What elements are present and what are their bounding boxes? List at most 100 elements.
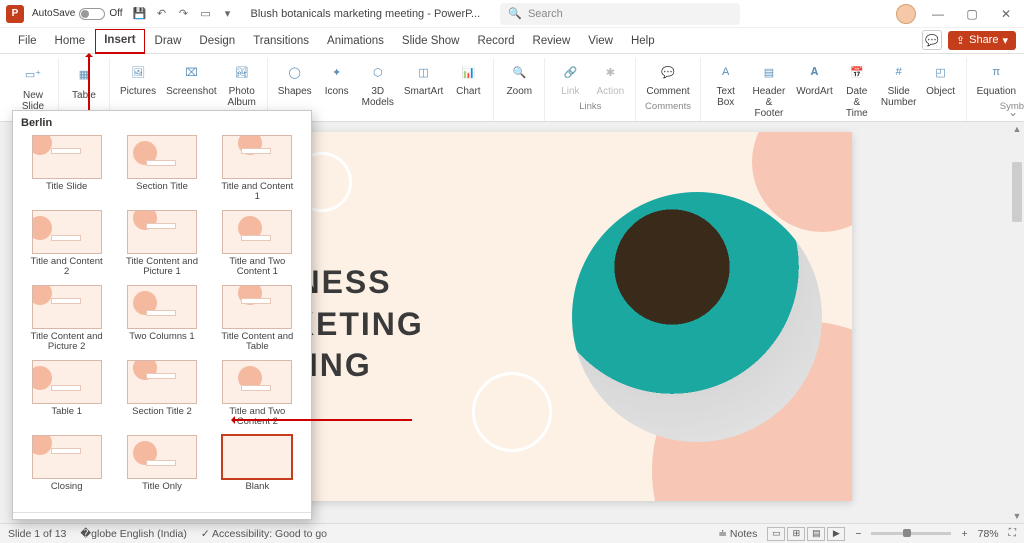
date-time-icon: 📅 [845,60,869,84]
save-icon[interactable]: 💾 [133,7,147,21]
close-button[interactable]: ✕ [994,2,1018,26]
chart-button[interactable]: 📊Chart [449,58,487,110]
accessibility-status[interactable]: ✓ Accessibility: Good to go [201,528,327,540]
zoom-in-icon[interactable]: + [961,528,967,540]
annotation-arrow-vertical [88,54,90,110]
layout-item-title-and-two-content-1[interactable]: Title and Two Content 1 [212,210,303,279]
layout-item-title-only[interactable]: Title Only [116,435,207,504]
new-slide-button[interactable]: ▭⁺New Slide [14,58,52,114]
layout-item-blank[interactable]: Blank [212,435,303,504]
scroll-up-icon[interactable]: ▲ [1010,122,1024,136]
sorter-view-icon[interactable]: ⊞ [787,527,805,541]
layout-item-two-columns-1[interactable]: Two Columns 1 [116,285,207,354]
autosave-state: Off [109,8,122,19]
scrollbar-thumb[interactable] [1012,162,1022,222]
slide-number-button[interactable]: #Slide Number [878,58,920,121]
pictures-button[interactable]: 🖼Pictures [116,58,160,110]
tab-draw[interactable]: Draw [147,31,190,53]
zoom-button[interactable]: 🔍Zoom [500,58,538,99]
3d-models-icon: ⬡ [366,60,390,84]
links-group-label: Links [579,99,601,113]
qat-dropdown-icon[interactable]: ▾ [221,7,235,21]
tab-help[interactable]: Help [623,31,663,53]
icons-button[interactable]: ✦Icons [318,58,356,110]
search-input[interactable]: 🔍 Search [500,3,740,25]
tab-animations[interactable]: Animations [319,31,392,53]
layout-item-title-content-and-picture-2[interactable]: Title Content and Picture 2 [21,285,112,354]
table-button[interactable]: ▦Table [65,58,103,103]
layout-thumb [222,210,292,254]
equation-button[interactable]: πEquation [973,58,1020,99]
user-avatar[interactable] [896,4,916,24]
slideshow-icon[interactable]: ▭ [199,7,213,21]
layout-label: Title Only [142,482,182,504]
tab-transitions[interactable]: Transitions [245,31,317,53]
object-button[interactable]: ◰Object [922,58,960,121]
smartart-button[interactable]: ◫SmartArt [400,58,447,110]
shapes-icon: ◯ [283,60,307,84]
slide-layout-gallery: Berlin Title SlideSection TitleTitle and… [12,110,312,520]
redo-icon[interactable]: ↷ [177,7,191,21]
layout-thumb [127,210,197,254]
collapse-ribbon-icon[interactable]: ⌄ [1008,105,1018,119]
layout-item-closing[interactable]: Closing [21,435,112,504]
share-label: Share [969,34,998,46]
duplicate-slides-item[interactable]: ⎘Duplicate Selected Slides [13,517,311,520]
header-footer-icon: ▤ [757,60,781,84]
layout-item-section-title[interactable]: Section Title [116,135,207,204]
tab-slideshow[interactable]: Slide Show [394,31,468,53]
undo-icon[interactable]: ↶ [155,7,169,21]
shapes-button[interactable]: ◯Shapes [274,58,316,110]
layout-thumb [32,285,102,329]
autosave-toggle[interactable]: AutoSave Off [32,8,123,20]
reading-view-icon[interactable]: ▤ [807,527,825,541]
zoom-percent[interactable]: 78% [978,528,999,540]
share-button[interactable]: ⇪ Share ▾ [948,31,1016,50]
normal-view-icon[interactable]: ▭ [767,527,785,541]
zoom-slider[interactable] [871,532,951,535]
layout-label: Title Content and Picture 1 [124,257,200,279]
layout-thumb [32,210,102,254]
layout-label: Section Title [136,182,188,204]
maximize-button[interactable]: ▢ [960,2,984,26]
slide-image[interactable] [572,192,822,442]
notes-button[interactable]: ≐ Notes [718,528,757,540]
tab-review[interactable]: Review [525,31,579,53]
tab-file[interactable]: File [10,31,45,53]
fit-to-window-icon[interactable]: ⛶ [1009,527,1016,540]
language-indicator[interactable]: �globe English (India) [80,528,187,540]
date-time-button[interactable]: 📅Date & Time [838,58,876,121]
comments-pane-button[interactable]: 💬 [922,30,942,50]
vertical-scrollbar[interactable]: ▲ ▼ [1010,122,1024,523]
layout-item-table-1[interactable]: Table 1 [21,360,112,429]
view-buttons: ▭ ⊞ ▤ ▶ [767,527,845,541]
slideshow-view-icon[interactable]: ▶ [827,527,845,541]
layout-item-title-slide[interactable]: Title Slide [21,135,112,204]
tab-record[interactable]: Record [469,31,522,53]
layout-label: Closing [51,482,83,504]
tab-design[interactable]: Design [191,31,243,53]
layout-thumb [222,285,292,329]
comment-button[interactable]: 💬Comment [642,58,693,99]
toggle-switch[interactable] [79,8,105,20]
layout-item-section-title-2[interactable]: Section Title 2 [116,360,207,429]
layout-item-title-content-and-picture-1[interactable]: Title Content and Picture 1 [116,210,207,279]
textbox-button[interactable]: AText Box [707,58,745,121]
layout-item-title-and-content-1[interactable]: Title and Content 1 [212,135,303,204]
screenshot-button[interactable]: ⌧Screenshot [162,58,221,110]
tab-view[interactable]: View [580,31,621,53]
layout-label: Title and Content 1 [219,182,295,204]
layout-item-title-and-content-2[interactable]: Title and Content 2 [21,210,112,279]
layout-thumb [222,360,292,404]
zoom-out-icon[interactable]: − [855,528,861,540]
layout-thumb [32,435,102,479]
header-footer-button[interactable]: ▤Header & Footer [747,58,791,121]
layout-item-title-content-and-table[interactable]: Title Content and Table [212,285,303,354]
tab-insert[interactable]: Insert [95,29,144,54]
photo-album-button[interactable]: 🏞Photo Album [223,58,261,110]
layout-thumb [222,435,292,479]
wordart-button[interactable]: 𝐀WordArt [793,58,836,121]
minimize-button[interactable]: ― [926,2,950,26]
scroll-down-icon[interactable]: ▼ [1010,509,1024,523]
3d-models-button[interactable]: ⬡3D Models [358,58,398,110]
